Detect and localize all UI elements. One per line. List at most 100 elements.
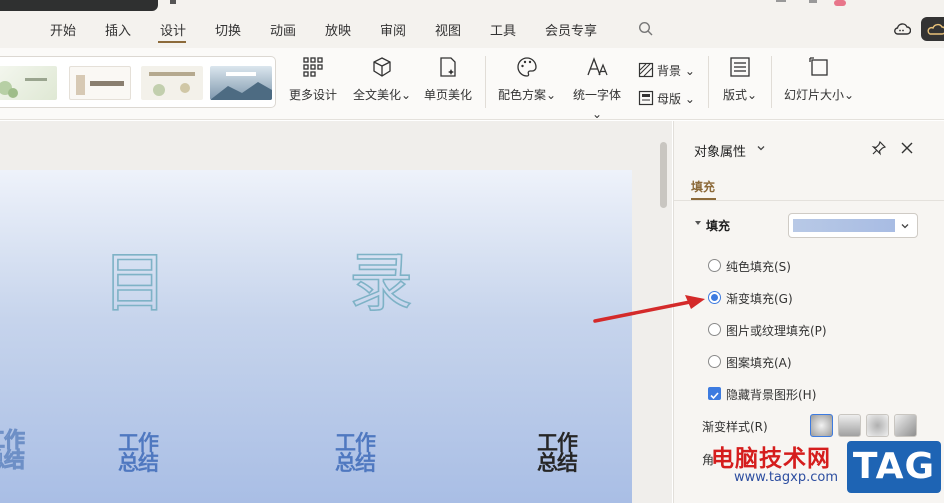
search-icon[interactable] (638, 21, 654, 37)
tab-slideshow[interactable]: 放映 (325, 20, 351, 39)
chevron-down-icon (901, 224, 909, 229)
gradient-style-label: 渐变样式(R) (702, 420, 768, 434)
ribbon-separator (708, 56, 709, 108)
slide-canvas[interactable]: 目 录 工作 总结 工作 总结 工作 总结 工作 总结 (0, 170, 632, 503)
slide-item-3[interactable]: 工作 总结 (330, 431, 380, 475)
checkbox[interactable] (708, 387, 721, 400)
gradient-style-radial-button[interactable] (810, 414, 833, 437)
slide-title-char-2: 录 (348, 246, 414, 322)
fill-section-label[interactable]: 填充 (706, 217, 730, 234)
tab-insert[interactable]: 插入 (105, 20, 131, 39)
slide-item-2[interactable]: 工作 总结 (113, 431, 163, 474)
active-tab-indicator (158, 41, 186, 43)
template-thumbnail[interactable] (0, 66, 57, 100)
gradient-style-diagonal-button[interactable] (894, 414, 917, 437)
template-thumbnail-art (210, 72, 272, 100)
page-beautify-button[interactable]: 单页美化 (422, 56, 474, 103)
divider (674, 200, 944, 201)
full-beautify-button[interactable]: 全文美化⌄ (352, 56, 412, 103)
watermark-text: 电脑技术网 (711, 446, 831, 472)
template-thumbnail[interactable] (141, 66, 203, 100)
tab-home[interactable]: 开始 (50, 20, 76, 39)
color-scheme-button[interactable]: 配色方案⌄ (497, 56, 557, 103)
cloud-sync-icon (927, 23, 944, 35)
checkmark-icon (710, 392, 719, 400)
gradient-style-linear-button[interactable] (838, 414, 861, 437)
slide-size-label: 幻灯片大小 (783, 88, 844, 102)
layout-label: 版式 (722, 88, 747, 102)
watermark-url: www.tagxp.com (734, 470, 838, 485)
panel-title[interactable]: 对象属性 (694, 141, 746, 160)
tab-fill[interactable]: 填充 (691, 178, 715, 195)
slide-item-line1: 工作 (335, 431, 376, 455)
layout-icon (730, 57, 750, 77)
slide-item-line1: 工作 (118, 431, 159, 455)
ribbon-separator (485, 56, 486, 108)
slide-item-line2: 总结 (335, 451, 376, 475)
page-sparkle-icon (440, 57, 456, 77)
pin-icon[interactable] (871, 140, 887, 156)
chevron-down-icon: ⌄ (545, 88, 557, 102)
template-thumbnail-art (149, 72, 195, 96)
template-thumbnail[interactable] (69, 66, 131, 100)
background-label: 背景 (657, 64, 682, 78)
font-icon (587, 57, 608, 76)
chevron-down-icon: ⌄ (400, 88, 412, 102)
unify-font-label: 统一字体 (572, 88, 621, 102)
close-icon[interactable] (899, 140, 915, 156)
tab-review[interactable]: 审阅 (380, 20, 406, 39)
slide-item-line1: 工作 (0, 428, 25, 452)
cube-icon (373, 57, 391, 77)
slide-size-icon (809, 57, 828, 76)
more-design-label: 更多设计 (288, 88, 337, 102)
title-bar-fragment (0, 0, 158, 11)
slide-item-1[interactable]: 工作 总结 (0, 428, 26, 472)
design-template-gallery[interactable] (0, 56, 276, 108)
ribbon-toolbar: 更多设计 全文美化⌄ 单页美化 配色方案⌄ 统一字体⌄ 背景 ⌄ 母版 ⌄ 版式… (0, 48, 944, 122)
tab-tools[interactable]: 工具 (490, 20, 516, 39)
radio-button[interactable] (708, 259, 721, 272)
tab-member[interactable]: 会员专享 (545, 20, 597, 39)
annotation-arrow-icon (593, 295, 705, 323)
tab-animations[interactable]: 动画 (270, 20, 296, 39)
sync-button[interactable] (921, 17, 944, 41)
radio-label: 图片或纹理填充(P) (726, 324, 827, 338)
chevron-down-icon: ⌄ (746, 88, 758, 102)
template-thumbnail-art (0, 78, 47, 98)
slide-item-line1: 工作 (537, 431, 578, 455)
cloud-icon[interactable] (893, 20, 911, 38)
chevron-down-icon[interactable] (756, 143, 766, 153)
tab-transitions[interactable]: 切换 (215, 20, 241, 39)
chevron-down-icon: ⌄ (591, 107, 603, 121)
master-button[interactable]: 母版 ⌄ (638, 90, 695, 107)
slide-title-char-1: 目 (102, 246, 168, 322)
unify-font-button[interactable]: 统一字体 ⌄ (568, 56, 626, 122)
menu-bar: 开始 插入 设计 切换 动画 放映 审阅 视图 工具 会员专享 (0, 0, 944, 48)
fill-color-dropdown[interactable] (788, 213, 918, 238)
slide-item-line2: 总结 (537, 451, 578, 475)
radio-label: 图案填充(A) (726, 356, 792, 370)
color-scheme-label: 配色方案 (497, 88, 546, 102)
radio-button[interactable] (708, 355, 721, 368)
more-design-button[interactable]: 更多设计 (288, 56, 338, 103)
slide-item-4[interactable]: 工作 总结 (532, 431, 582, 475)
vertical-scrollbar[interactable] (660, 142, 667, 208)
background-button[interactable]: 背景 ⌄ (638, 62, 695, 79)
checkbox-label: 隐藏背景图形(H) (726, 388, 817, 402)
layout-button[interactable]: 版式⌄ (720, 56, 760, 103)
palette-icon (517, 57, 537, 77)
window-controls-fragment[interactable] (776, 0, 846, 6)
template-thumbnail[interactable] (210, 66, 272, 100)
tab-design[interactable]: 设计 (160, 20, 186, 39)
gradient-style-rect-button[interactable] (866, 414, 889, 437)
background-icon (638, 62, 654, 78)
tag-logo: TAG (847, 441, 941, 493)
slide-item-line2: 总结 (0, 448, 25, 472)
fill-color-swatch (793, 219, 895, 232)
grid-icon (303, 57, 323, 77)
ribbon-separator (771, 56, 772, 108)
page-beautify-label: 单页美化 (423, 88, 472, 102)
tab-view[interactable]: 视图 (435, 20, 461, 39)
caret-down-icon[interactable] (694, 219, 702, 227)
slide-size-button[interactable]: 幻灯片大小⌄ (783, 56, 855, 103)
